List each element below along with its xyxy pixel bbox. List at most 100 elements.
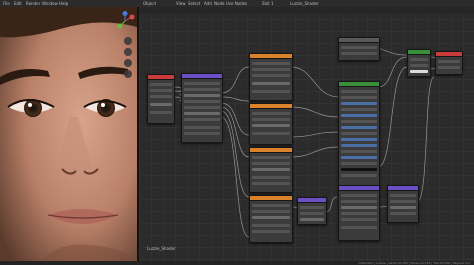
menu-render[interactable]: Render [26, 0, 40, 7]
node-header-group[interactable] [339, 38, 379, 43]
node-header-shader[interactable] [339, 82, 379, 87]
node-field[interactable] [341, 168, 377, 171]
menu-help[interactable]: Help [59, 0, 68, 7]
node-header-texture[interactable] [148, 75, 174, 80]
node-field[interactable] [410, 70, 428, 73]
gizmo-y-icon[interactable] [117, 23, 123, 29]
node-field[interactable] [390, 206, 416, 209]
node-field[interactable] [341, 212, 377, 215]
node-field[interactable] [341, 174, 377, 177]
image-texture-node[interactable] [147, 74, 175, 124]
node-field[interactable] [150, 95, 172, 98]
node-field[interactable] [252, 156, 290, 159]
texture-node-2[interactable] [249, 103, 293, 145]
node-field[interactable] [252, 162, 290, 165]
shader-node[interactable] [338, 81, 380, 187]
math-node[interactable] [297, 197, 327, 225]
node-field[interactable] [252, 82, 290, 85]
menu-node[interactable]: Node [214, 0, 224, 7]
node-field[interactable] [341, 162, 377, 165]
node-field[interactable] [184, 112, 220, 115]
mapping-node[interactable] [181, 73, 223, 143]
slot-select[interactable]: Slot 1 [262, 0, 273, 7]
node-field[interactable] [252, 68, 290, 71]
menu-object[interactable]: Object [143, 0, 156, 7]
node-field[interactable] [184, 88, 220, 91]
node-field[interactable] [252, 216, 290, 219]
node-field[interactable] [341, 96, 377, 99]
node-field[interactable] [341, 194, 377, 197]
node-field[interactable] [184, 118, 220, 121]
node-field[interactable] [390, 194, 416, 197]
node-field[interactable] [252, 182, 290, 185]
use-nodes-toggle[interactable]: Use Nodes [226, 0, 247, 7]
node-field[interactable] [252, 224, 290, 227]
node-header-mapping[interactable] [182, 74, 222, 79]
node-field[interactable] [341, 226, 377, 229]
texture-node-3[interactable] [249, 147, 293, 193]
node-field[interactable] [184, 126, 220, 129]
bump-node[interactable] [387, 185, 419, 223]
node-field[interactable] [150, 89, 172, 92]
node-field[interactable] [252, 62, 290, 65]
menu-edit[interactable]: Edit [14, 0, 22, 7]
node-field[interactable] [150, 83, 172, 86]
node-field[interactable] [390, 212, 416, 215]
node-field[interactable] [341, 150, 377, 153]
node-field[interactable] [300, 218, 324, 221]
node-header-texture[interactable] [250, 104, 292, 109]
node-header-output[interactable] [436, 52, 462, 57]
node-field[interactable] [410, 58, 428, 61]
node-field[interactable] [252, 124, 290, 127]
camera-icon[interactable] [124, 59, 132, 67]
node-field[interactable] [341, 138, 377, 141]
node-field[interactable] [341, 108, 377, 111]
node-field[interactable] [341, 218, 377, 221]
node-header-shader[interactable] [408, 50, 430, 55]
node-header-texture[interactable] [250, 148, 292, 153]
node-field[interactable] [252, 118, 290, 121]
principled-bsdf-node[interactable] [338, 37, 380, 61]
node-header-math[interactable] [339, 186, 379, 191]
node-header-vector[interactable] [388, 186, 418, 191]
3d-viewport[interactable] [0, 7, 137, 261]
node-editor[interactable]: Luzzie_Shader [139, 7, 474, 261]
node-field[interactable] [341, 200, 377, 203]
node-field[interactable] [252, 168, 290, 171]
node-field[interactable] [252, 210, 290, 213]
node-field[interactable] [252, 204, 290, 207]
node-field[interactable] [300, 212, 324, 215]
node-field[interactable] [341, 52, 377, 55]
gizmo-z-icon[interactable] [122, 11, 128, 16]
node-field[interactable] [184, 106, 220, 109]
node-field[interactable] [341, 46, 377, 49]
node-field[interactable] [184, 94, 220, 97]
texture-node-4[interactable] [249, 195, 293, 243]
node-field[interactable] [438, 60, 460, 63]
node-field[interactable] [341, 102, 377, 105]
node-field[interactable] [300, 206, 324, 209]
node-field[interactable] [341, 120, 377, 123]
node-field[interactable] [252, 230, 290, 233]
menu-add[interactable]: Add [204, 0, 212, 7]
node-header-texture[interactable] [250, 196, 292, 201]
node-field[interactable] [252, 176, 290, 179]
node-field[interactable] [341, 126, 377, 129]
node-field[interactable] [410, 64, 428, 67]
menu-window[interactable]: Window [42, 0, 58, 7]
hand-icon[interactable] [124, 48, 132, 56]
vector-math-node[interactable] [338, 185, 380, 241]
node-field[interactable] [252, 132, 290, 135]
menu-select[interactable]: Select [188, 0, 200, 7]
texture-node-1[interactable] [249, 53, 293, 101]
node-field[interactable] [438, 66, 460, 69]
node-field[interactable] [341, 206, 377, 209]
menu-view[interactable]: View [176, 0, 186, 7]
menu-file[interactable]: File [3, 0, 10, 7]
node-header-math[interactable] [298, 198, 326, 203]
node-field[interactable] [341, 144, 377, 147]
node-field[interactable] [252, 90, 290, 93]
grid-icon[interactable] [124, 70, 132, 78]
node-field[interactable] [390, 200, 416, 203]
material-output-node[interactable] [435, 51, 463, 75]
